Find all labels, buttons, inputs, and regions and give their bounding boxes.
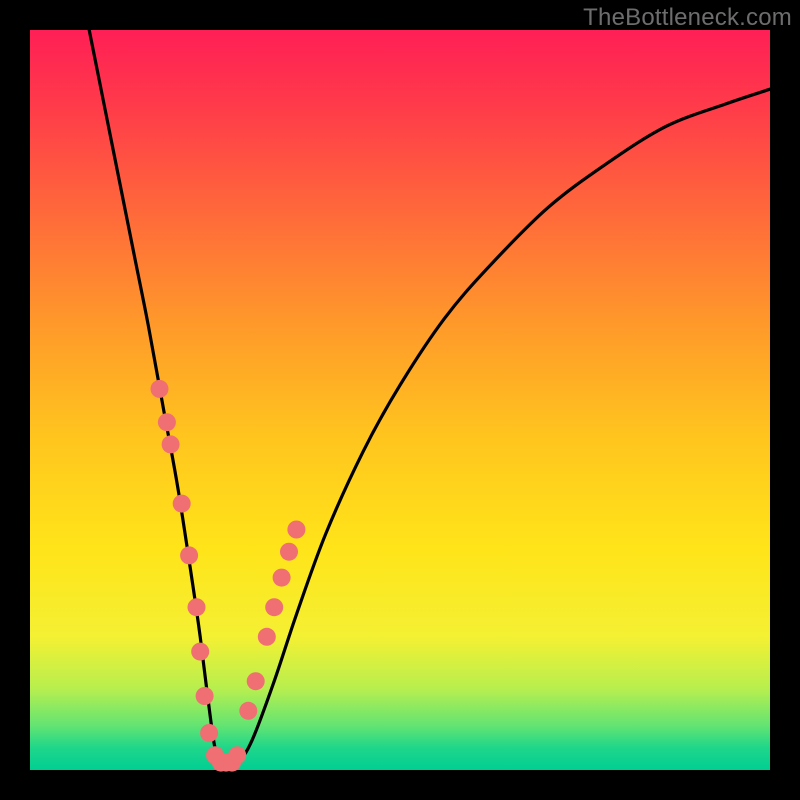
highlight-dots	[151, 380, 306, 772]
marker-dot	[239, 702, 257, 720]
marker-dot	[151, 380, 169, 398]
bottleneck-curve	[89, 30, 770, 765]
marker-dot	[200, 724, 218, 742]
marker-dot	[180, 546, 198, 564]
plot-area	[30, 30, 770, 770]
marker-dot	[188, 598, 206, 616]
watermark-text: TheBottleneck.com	[583, 4, 792, 32]
marker-dot	[173, 495, 191, 513]
marker-dot	[191, 643, 209, 661]
marker-dot	[228, 746, 246, 764]
marker-dot	[258, 628, 276, 646]
marker-dot	[280, 543, 298, 561]
curve-svg	[30, 30, 770, 770]
marker-dot	[287, 521, 305, 539]
marker-dot	[265, 598, 283, 616]
marker-dot	[196, 687, 214, 705]
marker-dot	[273, 569, 291, 587]
marker-dot	[247, 672, 265, 690]
marker-dot	[162, 435, 180, 453]
marker-dot	[158, 413, 176, 431]
chart-frame: TheBottleneck.com	[0, 0, 800, 800]
